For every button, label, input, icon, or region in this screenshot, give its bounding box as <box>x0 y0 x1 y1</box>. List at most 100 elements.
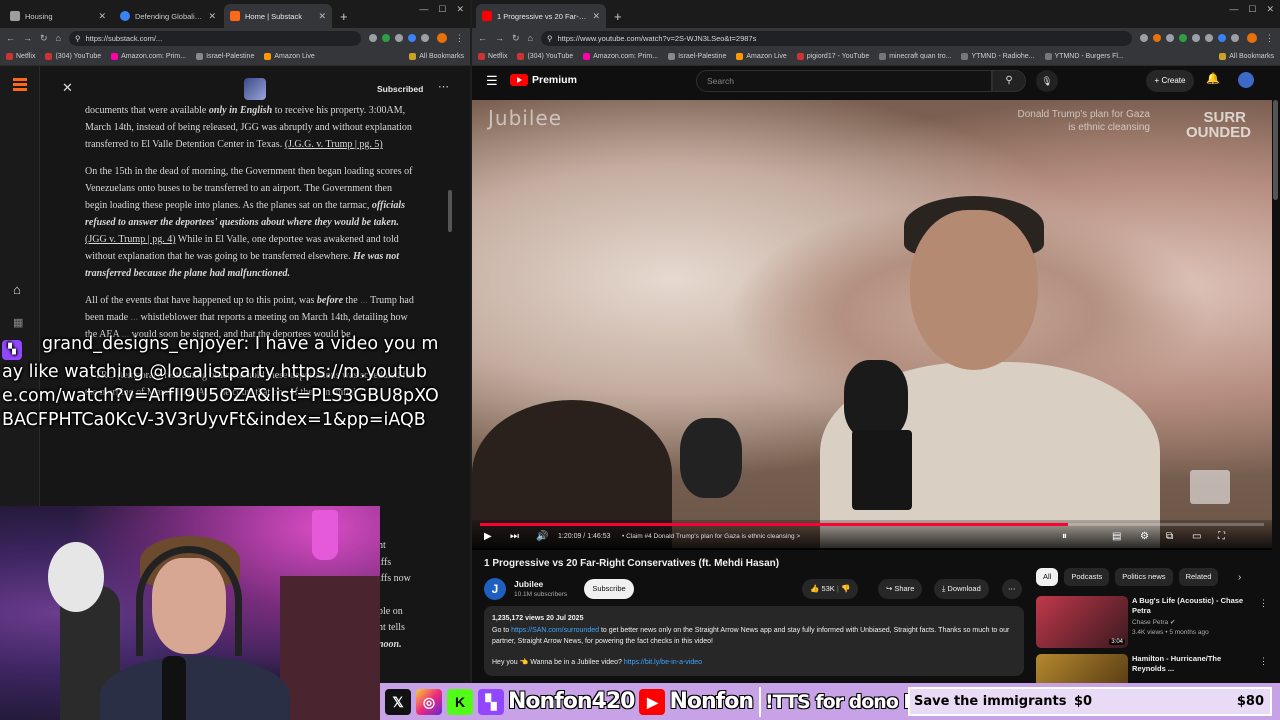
back-icon[interactable]: ← <box>478 33 487 43</box>
menu-kebab-icon[interactable]: ⋮ <box>1265 33 1274 44</box>
tab-defending-globalization[interactable]: Defending Globalizatio ✕ <box>114 4 222 28</box>
chevron-right-icon[interactable]: › <box>1238 572 1241 583</box>
tab-housing[interactable]: Housing ✕ <box>4 4 112 28</box>
extension-icon[interactable] <box>395 34 403 42</box>
reload-icon[interactable]: ↻ <box>512 33 520 44</box>
video-player[interactable]: Jubilee Donald Trump's plan for Gaza is … <box>472 100 1272 548</box>
bookmark-netflix[interactable]: Netflix <box>6 53 35 60</box>
recommended-title[interactable]: Hamilton - Hurricane/The Reynolds ... <box>1132 654 1256 674</box>
search-input[interactable]: Search <box>696 70 992 92</box>
subtitles-icon[interactable]: ▤ <box>1112 531 1121 542</box>
recommended-title[interactable]: A Bug's Life (Acoustic) - Chase Petra <box>1132 596 1256 616</box>
grid-icon[interactable]: ▦ <box>13 316 23 329</box>
download-button[interactable]: ⤓ Download <box>934 579 989 599</box>
volume-icon[interactable]: 🔊 <box>536 531 548 542</box>
chip-all[interactable]: All <box>1036 568 1059 586</box>
bookmark-all[interactable]: All Bookmarks <box>1219 53 1274 60</box>
site-info-icon[interactable]: ⚲ <box>547 34 553 43</box>
theater-mode-icon[interactable]: ▭ <box>1192 531 1201 542</box>
menu-kebab-icon[interactable]: ⋮ <box>455 33 464 44</box>
back-icon[interactable]: ← <box>6 33 15 43</box>
close-tab-icon[interactable]: ✕ <box>208 11 216 22</box>
extension-icon[interactable] <box>1205 34 1213 42</box>
extension-icon[interactable] <box>421 34 429 42</box>
video-progress-bar[interactable] <box>480 523 1264 526</box>
home-icon[interactable]: ⌂ <box>13 282 21 297</box>
chip-related[interactable]: Related <box>1178 568 1219 586</box>
video-description[interactable]: 1,235,172 views 20 Jul 2025 Go to https:… <box>484 606 1024 676</box>
extension-icon[interactable] <box>382 34 390 42</box>
account-avatar[interactable] <box>1238 72 1254 88</box>
bookmark-netflix[interactable]: Netflix <box>478 53 507 60</box>
miniplayer-icon[interactable]: ⧉ <box>1166 531 1173 542</box>
recommended-video[interactable]: 3:04 A Bug's Life (Acoustic) - Chase Pet… <box>1036 596 1276 650</box>
chip-politics-news[interactable]: Politics news <box>1115 568 1173 586</box>
extension-icon[interactable] <box>1166 34 1174 42</box>
bookmark-pigiord17[interactable]: pigiord17 - YouTube <box>796 53 869 60</box>
close-tab-icon[interactable]: ✕ <box>318 11 326 22</box>
close-window-icon[interactable]: ✕ <box>456 4 464 15</box>
address-bar[interactable]: ⚲ https://www.youtube.com/watch?v=2S-WJN… <box>540 30 1132 46</box>
dislike-icon[interactable]: 👎 <box>841 584 850 593</box>
description-link[interactable]: https://SAN.com/surrounded <box>511 627 599 634</box>
close-tab-icon[interactable]: ✕ <box>98 11 106 22</box>
bookmark-youtube[interactable]: (304) YouTube <box>517 53 573 60</box>
bookmark-israel-palestine[interactable]: Israel-Palestine <box>196 53 254 60</box>
minimize-icon[interactable]: — <box>419 4 428 15</box>
autoplay-toggle-icon[interactable]: ⏸ <box>1062 531 1067 542</box>
more-options-icon[interactable]: ⋮ <box>1259 656 1268 667</box>
voice-search-icon[interactable]: 🎙 <box>1036 70 1058 92</box>
video-chapter[interactable]: • Claim #4 Donald Trump's plan for Gaza … <box>622 533 800 540</box>
tab-substack[interactable]: Home | Substack ✕ <box>224 4 332 28</box>
bookmark-amazon-live[interactable]: Amazon Live <box>736 53 787 60</box>
site-info-icon[interactable]: ⚲ <box>75 34 81 43</box>
bookmark-amazon-live[interactable]: Amazon Live <box>264 53 315 60</box>
scrollbar[interactable] <box>448 190 452 232</box>
minimize-icon[interactable]: — <box>1229 4 1238 15</box>
play-icon[interactable]: ▶ <box>484 531 492 542</box>
like-button[interactable]: 👍 53K | 👎 <box>802 579 859 599</box>
more-options-icon[interactable]: ⋮ <box>1259 598 1268 609</box>
share-button[interactable]: ↪ Share <box>878 579 923 599</box>
publication-avatar[interactable] <box>244 78 266 100</box>
settings-gear-icon[interactable]: ⚙ <box>1140 531 1149 542</box>
bookmark-amazon[interactable]: Amazon.com: Prim... <box>583 53 658 60</box>
bookmark-minecraft[interactable]: minecraft quan tro... <box>879 53 951 60</box>
extension-icon[interactable] <box>408 34 416 42</box>
new-tab-icon[interactable]: + <box>614 9 622 24</box>
youtube-premium-logo[interactable]: Premium <box>510 74 577 86</box>
next-icon[interactable]: ⏭ <box>510 531 519 542</box>
bookmark-youtube[interactable]: (304) YouTube <box>45 53 101 60</box>
notifications-bell-icon[interactable]: 🔔 <box>1206 72 1220 85</box>
hamburger-menu-icon[interactable]: ☰ <box>486 73 498 89</box>
description-link[interactable]: https://bit.ly/be-in-a-video <box>624 659 702 666</box>
maximize-icon[interactable]: ☐ <box>1248 4 1256 15</box>
extension-icon[interactable] <box>369 34 377 42</box>
reload-icon[interactable]: ↻ <box>40 33 48 44</box>
substack-logo-icon[interactable] <box>13 78 27 92</box>
home-icon[interactable]: ⌂ <box>56 33 61 43</box>
forward-icon[interactable]: → <box>23 33 32 43</box>
extension-icon[interactable] <box>1218 34 1226 42</box>
bookmark-all[interactable]: All Bookmarks <box>409 53 464 60</box>
profile-avatar[interactable] <box>1247 33 1257 43</box>
citation-link[interactable]: (JGG v. Trump | pg. 4) <box>85 234 176 245</box>
fullscreen-icon[interactable]: ⛶ <box>1218 531 1225 542</box>
address-bar[interactable]: ⚲ https://substack.com/... <box>68 30 361 46</box>
tab-youtube-video[interactable]: 1 Progressive vs 20 Far-Rig ✕ <box>476 4 606 28</box>
extension-icon[interactable] <box>1153 34 1161 42</box>
bookmark-israel-palestine[interactable]: Israel-Palestine <box>668 53 726 60</box>
subscribe-button[interactable]: Subscribe <box>584 579 634 599</box>
channel-avatar[interactable]: J <box>484 578 506 600</box>
video-thumbnail[interactable]: 3:04 <box>1036 596 1128 648</box>
profile-avatar[interactable] <box>437 33 447 43</box>
search-icon[interactable]: ⚲ <box>992 70 1026 92</box>
forward-icon[interactable]: → <box>495 33 504 43</box>
scrollbar[interactable] <box>1273 100 1278 200</box>
extension-icon[interactable] <box>1231 34 1239 42</box>
subscribed-button[interactable]: Subscribed <box>377 84 423 94</box>
channel-name[interactable]: Jubilee <box>514 579 543 589</box>
bookmark-ytmnd-radiohead[interactable]: YTMND - Radiohe... <box>961 53 1035 60</box>
new-tab-icon[interactable]: + <box>340 9 348 24</box>
close-tab-icon[interactable]: ✕ <box>592 11 600 22</box>
